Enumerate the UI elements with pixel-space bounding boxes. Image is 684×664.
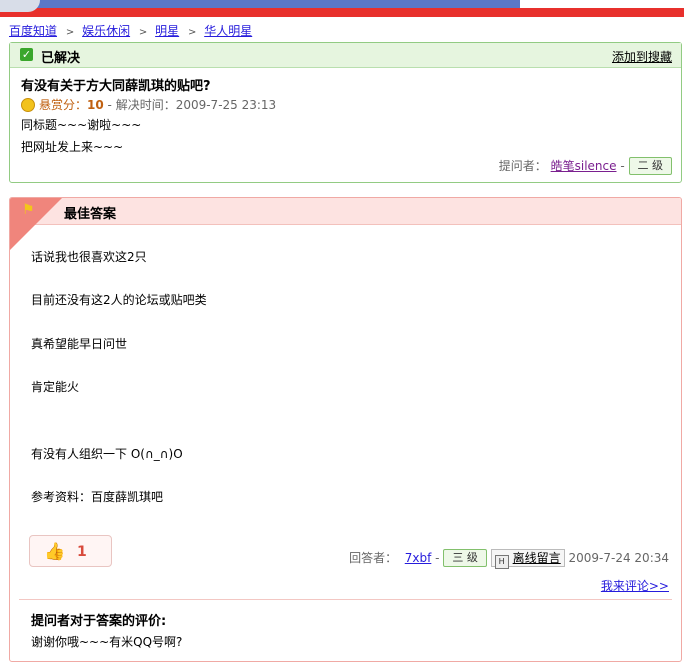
top-banner bbox=[0, 0, 684, 17]
evaluation-title: 提问者对于答案的评价: bbox=[31, 614, 167, 629]
question-meta: 悬赏分：10 - 解决时间：2009-7-25 23:13 bbox=[21, 96, 276, 113]
solved-time: - 解决时间：2009-7-25 23:13 bbox=[107, 98, 277, 112]
question-body-line: 把网址发上来~~~ bbox=[21, 140, 124, 154]
reward-label: 悬赏分： bbox=[39, 98, 88, 112]
breadcrumb-item-home[interactable]: 百度知道 bbox=[9, 24, 57, 38]
add-favorite-link[interactable]: 添加到搜藏 bbox=[612, 48, 672, 65]
best-answer-label: 最佳答案 bbox=[64, 207, 117, 222]
question-header: ✓ 已解决 添加到搜藏 bbox=[10, 43, 681, 68]
question-title: 有没有关于方大同薛凯琪的贴吧? bbox=[21, 79, 211, 94]
breadcrumb-item-stars[interactable]: 明星 bbox=[155, 24, 179, 38]
reward-value: 10 bbox=[87, 98, 104, 112]
reference-line: 参考资料：百度薛凯琪吧 bbox=[31, 490, 164, 504]
breadcrumb-item-chinese-stars[interactable]: 华人明星 bbox=[204, 24, 252, 38]
answer-line: 有没有人组织一下 O(∩_∩)O bbox=[31, 447, 183, 461]
corner-ribbon bbox=[10, 198, 62, 250]
answer-line: 目前还没有这2人的论坛或贴吧类 bbox=[31, 293, 207, 307]
comment-link[interactable]: 我来评论>> bbox=[601, 577, 669, 594]
banner-swoosh bbox=[0, 0, 40, 12]
asker-name-link[interactable]: 皓笔silence bbox=[551, 159, 617, 173]
thumbs-up-icon: 👍 bbox=[44, 542, 66, 562]
answerer-info: 回答者： 7xbf - 三 级 H 离线留言 2009-7-24 20:34 bbox=[349, 549, 670, 569]
answer-line: 话说我也很喜欢这2只 bbox=[31, 250, 147, 264]
question-box: ✓ 已解决 添加到搜藏 有没有关于方大同薛凯琪的贴吧? 悬赏分：10 - 解决时… bbox=[9, 42, 682, 183]
dash: - bbox=[620, 159, 625, 173]
offline-message-button[interactable]: H 离线留言 bbox=[490, 549, 565, 569]
breadcrumb-separator: > bbox=[138, 27, 148, 38]
dash: - bbox=[435, 551, 440, 565]
coin-icon bbox=[21, 98, 35, 112]
banner-red-strip bbox=[0, 8, 684, 17]
asker-level-badge[interactable]: 二 级 bbox=[628, 157, 672, 175]
answer-line: 肯定能火 bbox=[31, 380, 80, 394]
asker-info: 提问者： 皓笔silence - 二 级 bbox=[499, 157, 672, 175]
answerer-name-link[interactable]: 7xbf bbox=[405, 551, 432, 565]
best-answer-header: ⚑ 最佳答案 bbox=[10, 198, 681, 250]
divider bbox=[19, 599, 672, 600]
checkmark-icon: ✓ bbox=[20, 48, 33, 61]
status-label: 已解决 bbox=[41, 51, 81, 66]
asker-label: 提问者： bbox=[498, 159, 547, 173]
like-button[interactable]: 👍 1 bbox=[29, 535, 112, 567]
like-count: 1 bbox=[77, 544, 87, 560]
question-body-line: 同标题~~~谢啦~~~ bbox=[21, 118, 142, 132]
answer-line: 真希望能早日问世 bbox=[31, 337, 128, 351]
flag-icon: ⚑ bbox=[22, 202, 35, 218]
best-answer-box: ⚑ 最佳答案 话说我也很喜欢这2只 目前还没有这2人的论坛或贴吧类 真希望能早日… bbox=[9, 197, 682, 662]
breadcrumb-separator: > bbox=[65, 27, 75, 38]
breadcrumb: 百度知道 > 娱乐休闲 > 明星 > 华人明星 bbox=[9, 22, 252, 38]
breadcrumb-separator: > bbox=[187, 27, 197, 38]
answer-time: 2009-7-24 20:34 bbox=[568, 551, 670, 565]
message-icon: H bbox=[494, 555, 509, 569]
offline-message-label: 离线留言 bbox=[512, 551, 561, 565]
answerer-label: 回答者： bbox=[349, 551, 398, 565]
answerer-level-badge[interactable]: 三 级 bbox=[443, 549, 487, 567]
breadcrumb-item-entertainment[interactable]: 娱乐休闲 bbox=[82, 24, 130, 38]
evaluation-text: 谢谢你哦~~~有米QQ号啊? bbox=[31, 635, 183, 649]
